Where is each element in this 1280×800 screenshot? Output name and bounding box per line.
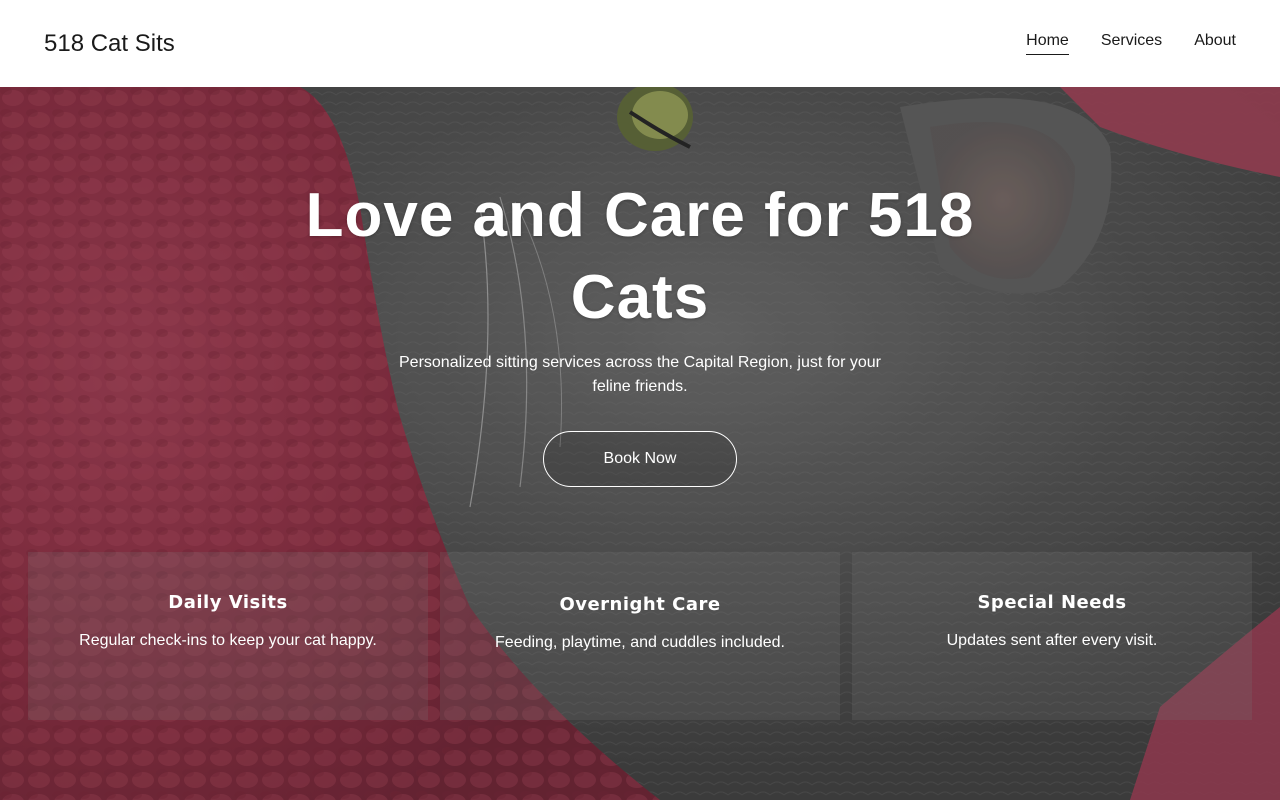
- service-card-special-needs: Special Needs Updates sent after every v…: [852, 552, 1252, 720]
- nav-about[interactable]: About: [1194, 32, 1236, 55]
- nav-home[interactable]: Home: [1026, 32, 1069, 55]
- hero-section: Love and Care for 518 Cats Personalized …: [0, 87, 1280, 800]
- hero-subtitle: Personalized sitting services across the…: [399, 354, 881, 395]
- nav-services[interactable]: Services: [1101, 32, 1162, 55]
- card-title: Special Needs: [977, 592, 1127, 613]
- card-text: Regular check-ins to keep your cat happy…: [79, 632, 377, 649]
- site-logo[interactable]: 518 Cat Sits: [44, 30, 175, 58]
- site-header: 518 Cat Sits Home Services About: [0, 0, 1280, 87]
- card-text: Feeding, playtime, and cuddles included.: [495, 634, 785, 651]
- main-nav: Home Services About: [1026, 32, 1236, 55]
- card-title: Daily Visits: [168, 592, 288, 613]
- hero-title: Love and Care for 518 Cats: [305, 181, 975, 332]
- book-now-button[interactable]: Book Now: [543, 431, 737, 487]
- service-card-overnight-care: Overnight Care Feeding, playtime, and cu…: [440, 552, 840, 720]
- card-title: Overnight Care: [559, 594, 721, 615]
- service-card-daily-visits: Daily Visits Regular check-ins to keep y…: [28, 552, 428, 720]
- card-text: Updates sent after every visit.: [946, 632, 1158, 649]
